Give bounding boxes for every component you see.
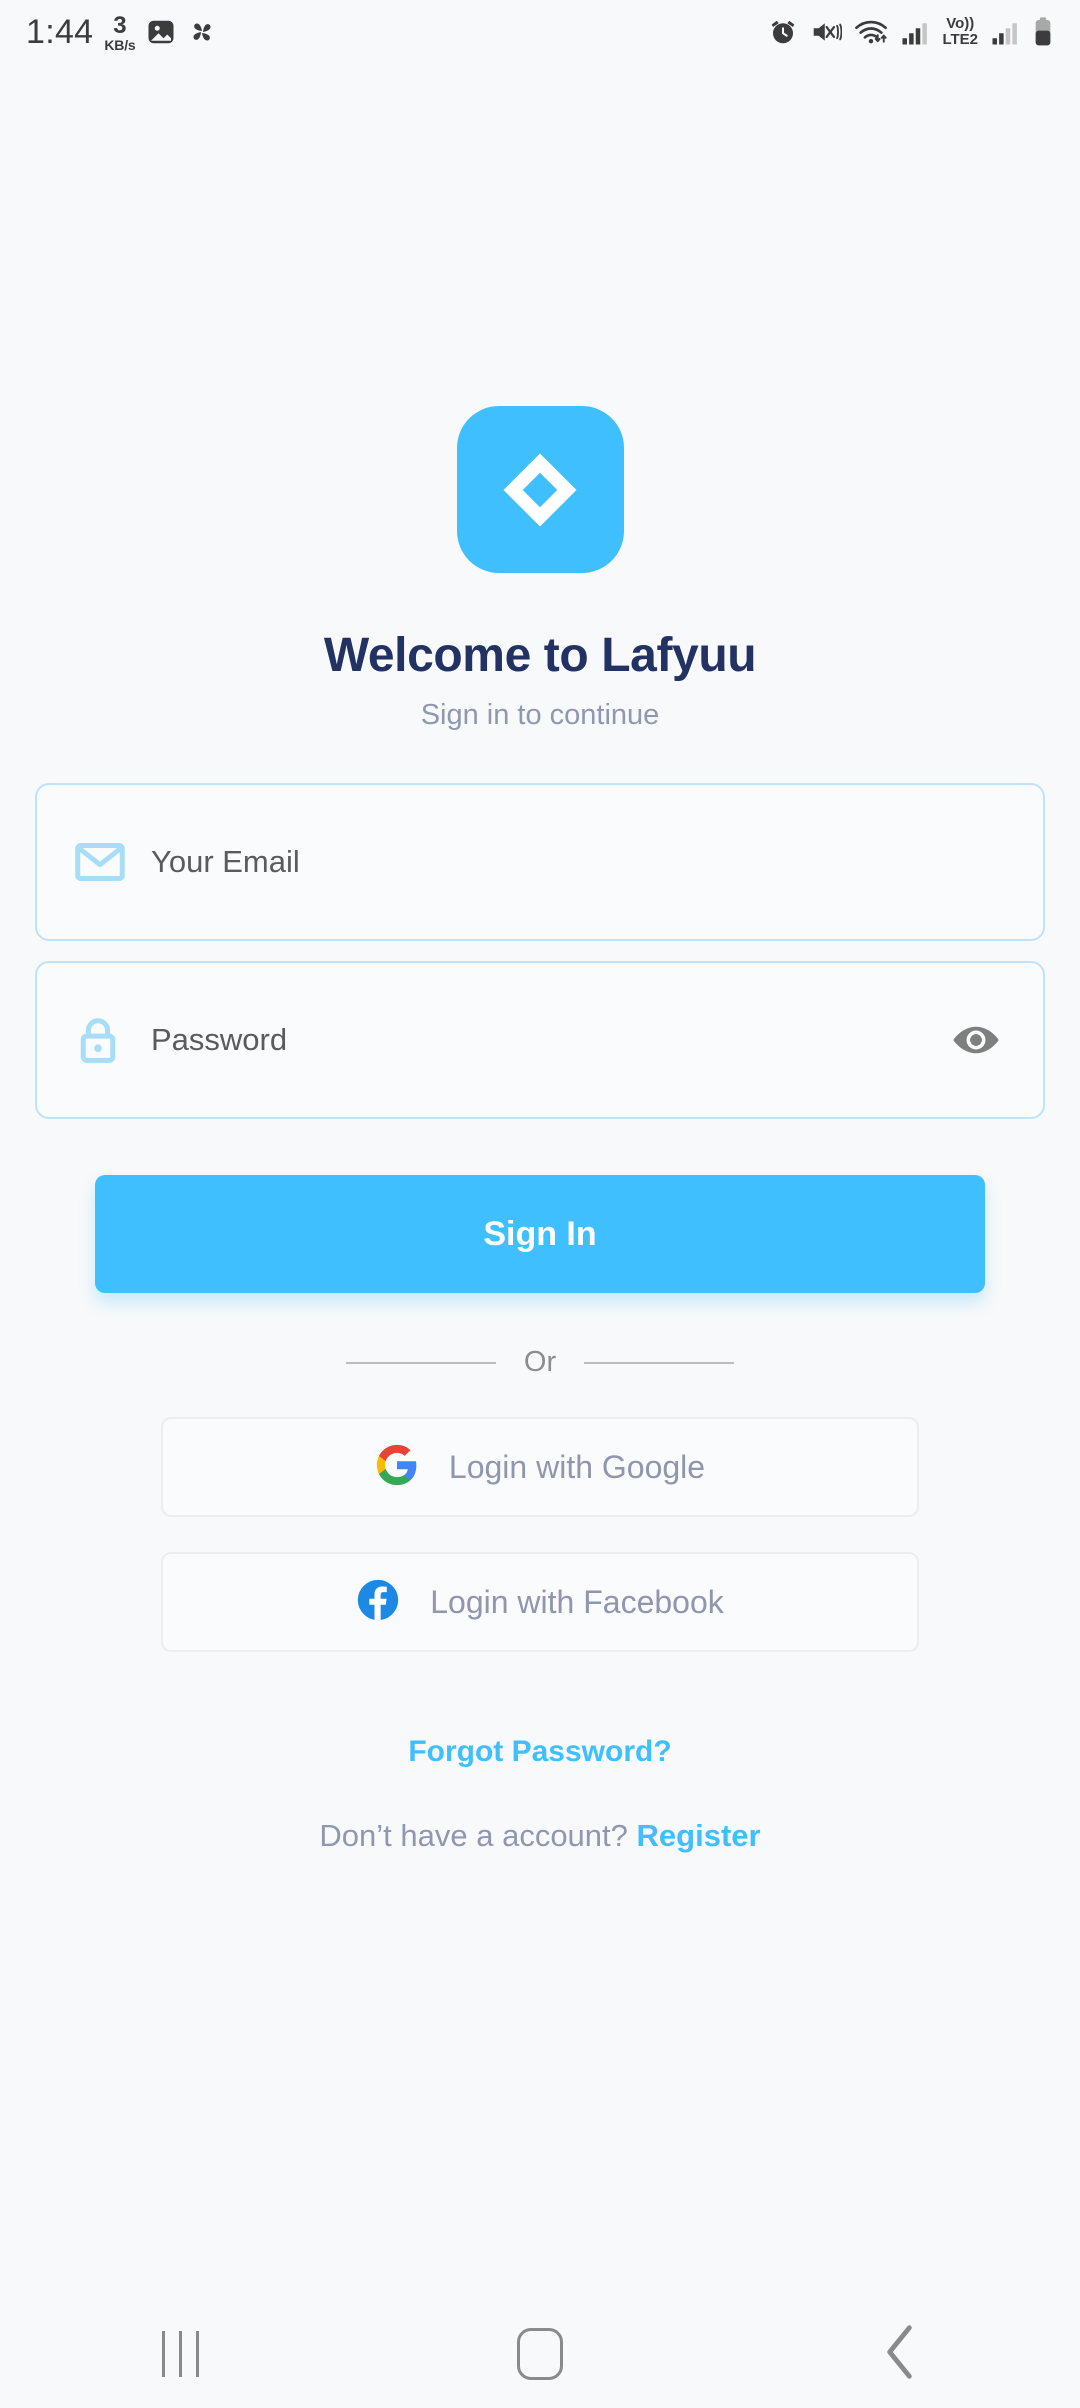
wifi-icon (854, 17, 888, 47)
envelope-icon (75, 842, 131, 882)
alarm-icon (768, 17, 798, 47)
login-with-facebook-button[interactable]: Login with Facebook (161, 1552, 919, 1652)
home-icon (517, 2328, 563, 2380)
page-title: Welcome to Lafyuu (323, 629, 757, 682)
email-placeholder: Your Email (151, 844, 300, 879)
lock-icon (75, 1015, 131, 1065)
sign-in-label: Sign In (483, 1214, 597, 1253)
password-placeholder: Password (151, 1022, 288, 1057)
password-field[interactable]: Password (35, 961, 1045, 1119)
divider-line-right (584, 1361, 735, 1364)
forgot-password-link[interactable]: Forgot Password? (0, 1735, 1080, 1769)
status-bar: 1:44 3 KB/s Vo)) LTE2 (0, 0, 1080, 64)
register-link[interactable]: Register (637, 1818, 761, 1853)
email-field[interactable]: Your Email (35, 783, 1045, 941)
battery-icon (1032, 16, 1054, 48)
recents-button[interactable] (90, 2300, 270, 2408)
lafyuu-diamond-logo (456, 406, 624, 573)
volte-icon: Vo)) LTE2 (942, 16, 978, 48)
register-prompt: Don’t have a account? Register (0, 1818, 1080, 1854)
facebook-icon (356, 1578, 400, 1627)
network-speed-indicator: 3 KB/s (104, 12, 136, 53)
status-bar-right: Vo)) LTE2 (768, 16, 1054, 48)
pinwheel-icon (187, 17, 217, 47)
no-account-text: Don’t have a account? (319, 1818, 628, 1853)
recents-icon (161, 2331, 199, 2377)
divider-label: Or (523, 1346, 557, 1378)
sign-in-button[interactable]: Sign In (95, 1175, 985, 1293)
volte-bottom-label: LTE2 (942, 31, 978, 48)
android-navigation-bar (0, 2300, 1080, 2408)
brand-logo-container (0, 406, 1080, 573)
signal-icon (900, 17, 930, 47)
status-bar-left: 1:44 3 KB/s (26, 12, 217, 52)
google-icon (375, 1443, 419, 1492)
network-speed-unit: KB/s (104, 37, 136, 53)
login-with-facebook-label: Login with Facebook (430, 1583, 724, 1620)
forgot-password-label: Forgot Password? (408, 1735, 672, 1768)
or-divider: Or (0, 1346, 1080, 1379)
volte-top-label: Vo)) (946, 15, 975, 33)
image-icon (146, 17, 176, 47)
login-with-google-button[interactable]: Login with Google (161, 1417, 919, 1517)
signal2-icon (990, 17, 1020, 47)
network-speed-value: 3 (113, 12, 127, 39)
mute-vibrate-icon (810, 17, 843, 47)
home-button[interactable] (450, 2300, 630, 2408)
login-screen: 1:44 3 KB/s Vo)) LTE2 Welcome to Lafyuu … (0, 0, 1080, 2408)
back-button[interactable] (810, 2300, 990, 2408)
divider-line-left (345, 1361, 496, 1364)
back-icon (883, 2324, 917, 2385)
login-with-google-label: Login with Google (448, 1448, 706, 1485)
status-time: 1:44 (26, 12, 94, 51)
page-subtitle: Sign in to continue (420, 699, 660, 731)
eye-icon[interactable] (947, 1023, 1005, 1057)
